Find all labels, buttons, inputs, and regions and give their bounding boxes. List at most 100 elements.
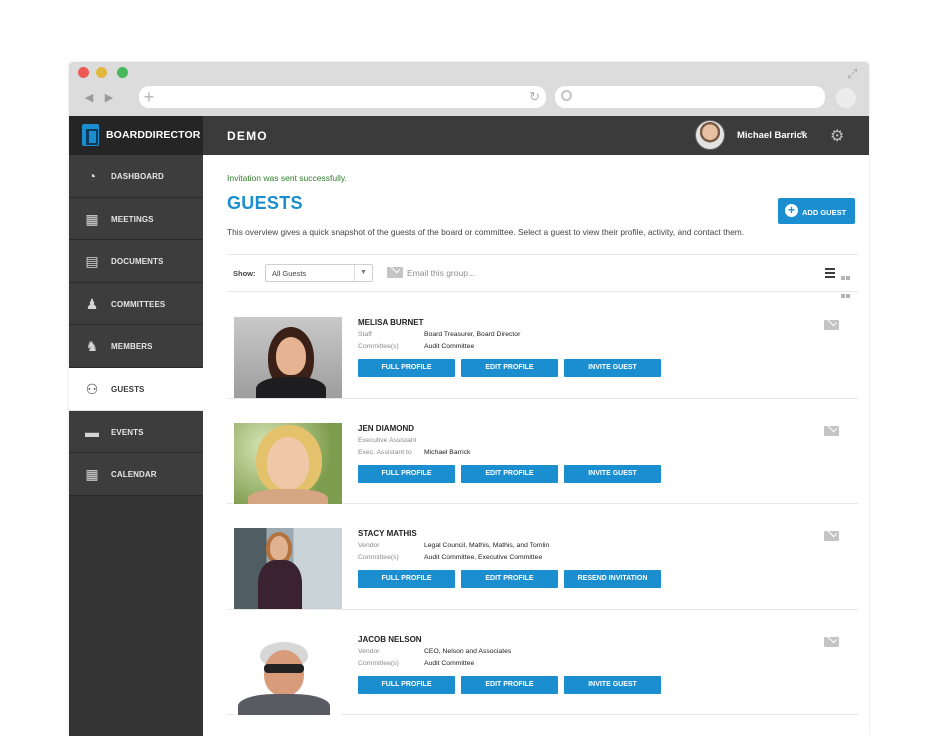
guest-name[interactable]: MELISA BURNET (358, 318, 423, 327)
select-value: All Guests (272, 269, 307, 278)
success-message: Invitation was sent successfully. (227, 173, 347, 183)
sidebar-item-events[interactable]: ▬ EVENTS (69, 410, 203, 454)
guests-icon: ⚇ (85, 380, 99, 397)
email-icon[interactable] (824, 636, 839, 647)
guest-detail-row: Staff Board Treasurer, Board Director (358, 331, 521, 338)
browser-menu-button[interactable] (836, 88, 856, 108)
sidebar-item-members[interactable]: ♞ MEMBERS (69, 325, 203, 368)
sidebar: ◔ DASHBOARD ▦ MEETINGS ▤ DOCUMENTS ♟ COM… (69, 155, 203, 736)
sidebar-item-dashboard[interactable]: ◔ DASHBOARD (69, 155, 203, 198)
avatar[interactable] (695, 120, 725, 150)
expand-icon[interactable]: ⤢ (847, 67, 861, 81)
gear-icon[interactable]: ⚙ (830, 126, 844, 146)
add-guest-button[interactable]: + ADD GUEST (778, 198, 855, 224)
grid-view-icon[interactable] (841, 268, 851, 298)
show-label: Show: (233, 269, 256, 278)
full-profile-button[interactable]: FULL PROFILE (358, 570, 455, 588)
edit-profile-button[interactable]: EDIT PROFILE (461, 359, 558, 377)
user-name[interactable]: Michael Barrick (737, 130, 807, 141)
members-icon: ♞ (85, 338, 99, 355)
guest-name[interactable]: STACY MATHIS (358, 529, 417, 538)
list-item: MELISA BURNET Staff Board Treasurer, Boar… (227, 293, 858, 399)
invite-guest-button[interactable]: INVITE GUEST (564, 675, 661, 694)
url-bar[interactable]: + ↻ (139, 86, 546, 108)
add-guest-label: ADD GUEST (802, 208, 847, 217)
org-name: DEMO (227, 129, 268, 143)
guest-detail-row: Vendor CEO, Nelson and Associates (358, 647, 512, 655)
list-item: STACY MATHIS Vendor Legal Council, Mathis… (227, 504, 858, 610)
edit-profile-button[interactable]: EDIT PROFILE (461, 570, 558, 588)
maximize-window-dot[interactable] (117, 67, 128, 78)
guest-filter-select[interactable]: All Guests ▼ (265, 264, 373, 282)
invite-guest-button[interactable]: INVITE GUEST (564, 464, 661, 483)
guest-photo[interactable] (234, 633, 342, 715)
calendar-icon: ▦ (85, 466, 99, 483)
sidebar-item-meetings[interactable]: ▦ MEETINGS (69, 197, 203, 241)
sidebar-item-label: COMMITTEES (111, 299, 166, 309)
sidebar-item-label: DOCUMENTS (111, 257, 164, 267)
search-icon (561, 90, 572, 101)
guest-detail-row: Committee(s) Audit Committee, Executive C… (358, 554, 543, 561)
minimize-window-dot[interactable] (96, 67, 107, 78)
guest-detail-row: Committee(s) Audit Committee (358, 343, 475, 350)
list-item: JACOB NELSON Vendor CEO, Nelson and Assoc… (227, 610, 858, 715)
guest-list: MELISA BURNET Staff Board Treasurer, Boar… (227, 293, 858, 715)
brand-name: BOARDDIRECTOR (106, 129, 201, 141)
sidebar-item-label: EVENTS (111, 427, 144, 437)
browser-nav: ◀ ▶ (79, 91, 125, 104)
app-header: BOARDDIRECTOR DEMO Michael Barrick ▼ ⚙ (69, 116, 869, 155)
guest-photo[interactable] (234, 528, 342, 609)
sidebar-item-committees[interactable]: ♟ COMMITTEES (69, 282, 203, 326)
committees-icon: ♟ (85, 295, 99, 312)
plus-icon: + (785, 204, 798, 217)
sidebar-item-label: DASHBOARD (111, 172, 164, 181)
forward-icon[interactable]: ▶ (99, 91, 119, 104)
sidebar-item-guests[interactable]: ⚇ GUESTS (69, 367, 203, 411)
browser-chrome: ⤢ ◀ ▶ + ↻ (69, 62, 869, 116)
email-icon[interactable] (824, 425, 839, 436)
full-profile-button[interactable]: FULL PROFILE (358, 359, 455, 377)
logo-icon (82, 124, 99, 146)
main-content: Invitation was sent successfully. GUESTS… (203, 155, 869, 736)
email-icon[interactable] (387, 267, 403, 278)
full-profile-button[interactable]: FULL PROFILE (358, 675, 455, 694)
email-icon[interactable] (824, 320, 839, 330)
sidebar-item-label: CALENDAR (111, 470, 157, 480)
guest-photo[interactable] (234, 317, 342, 398)
guest-detail-row: Vendor Legal Council, Mathis, Mathis, and… (358, 542, 550, 549)
email-icon[interactable] (824, 531, 839, 541)
invite-guest-button[interactable]: INVITE GUEST (564, 359, 661, 377)
sidebar-item-calendar[interactable]: ▦ CALENDAR (69, 453, 203, 496)
edit-profile-button[interactable]: EDIT PROFILE (461, 675, 558, 694)
page-title: GUESTS (227, 193, 303, 213)
documents-icon: ▤ (85, 253, 99, 270)
sidebar-item-label: MEMBERS (111, 342, 153, 352)
full-profile-button[interactable]: FULL PROFILE (358, 464, 455, 483)
chevron-down-icon[interactable]: ▼ (799, 129, 807, 138)
page-description: This overview gives a quick snapshot of … (227, 227, 745, 237)
email-group-link[interactable]: Email this group... (407, 268, 475, 278)
guest-name[interactable]: JEN DIAMOND (358, 424, 414, 433)
sidebar-item-label: MEETINGS (111, 214, 154, 224)
presentation-icon: ▦ (85, 210, 99, 227)
sidebar-item-documents[interactable]: ▤ DOCUMENTS (69, 240, 203, 283)
list-item: JEN DIAMOND Executive Assistant Exec. As… (227, 399, 858, 504)
browser-search-bar[interactable] (555, 86, 825, 108)
brand[interactable]: BOARDDIRECTOR (69, 116, 203, 155)
sidebar-item-label: GUESTS (111, 384, 145, 394)
resend-invitation-button[interactable]: RESEND INVITATION (564, 570, 661, 588)
chevron-down-icon: ▼ (354, 265, 372, 281)
guest-detail-row: Exec. Assistant to Michael Barrick (358, 448, 471, 456)
back-icon[interactable]: ◀ (79, 91, 99, 104)
list-view-icon[interactable] (825, 268, 835, 278)
edit-profile-button[interactable]: EDIT PROFILE (461, 464, 558, 483)
close-window-dot[interactable] (78, 67, 89, 78)
guest-detail-row: Committee(s) Audit Committee (358, 659, 475, 667)
new-tab-icon[interactable]: + (138, 87, 160, 107)
browser-window: ⤢ ◀ ▶ + ↻ BOARDDIRECTOR DEMO Michael Barr… (69, 62, 869, 736)
guest-name[interactable]: JACOB NELSON (358, 635, 422, 644)
guest-photo[interactable] (234, 422, 342, 504)
dashboard-icon: ◔ (87, 168, 97, 184)
reload-icon[interactable]: ↻ (529, 89, 540, 105)
filter-bar: Show: All Guests ▼ Email this group... (227, 254, 858, 298)
